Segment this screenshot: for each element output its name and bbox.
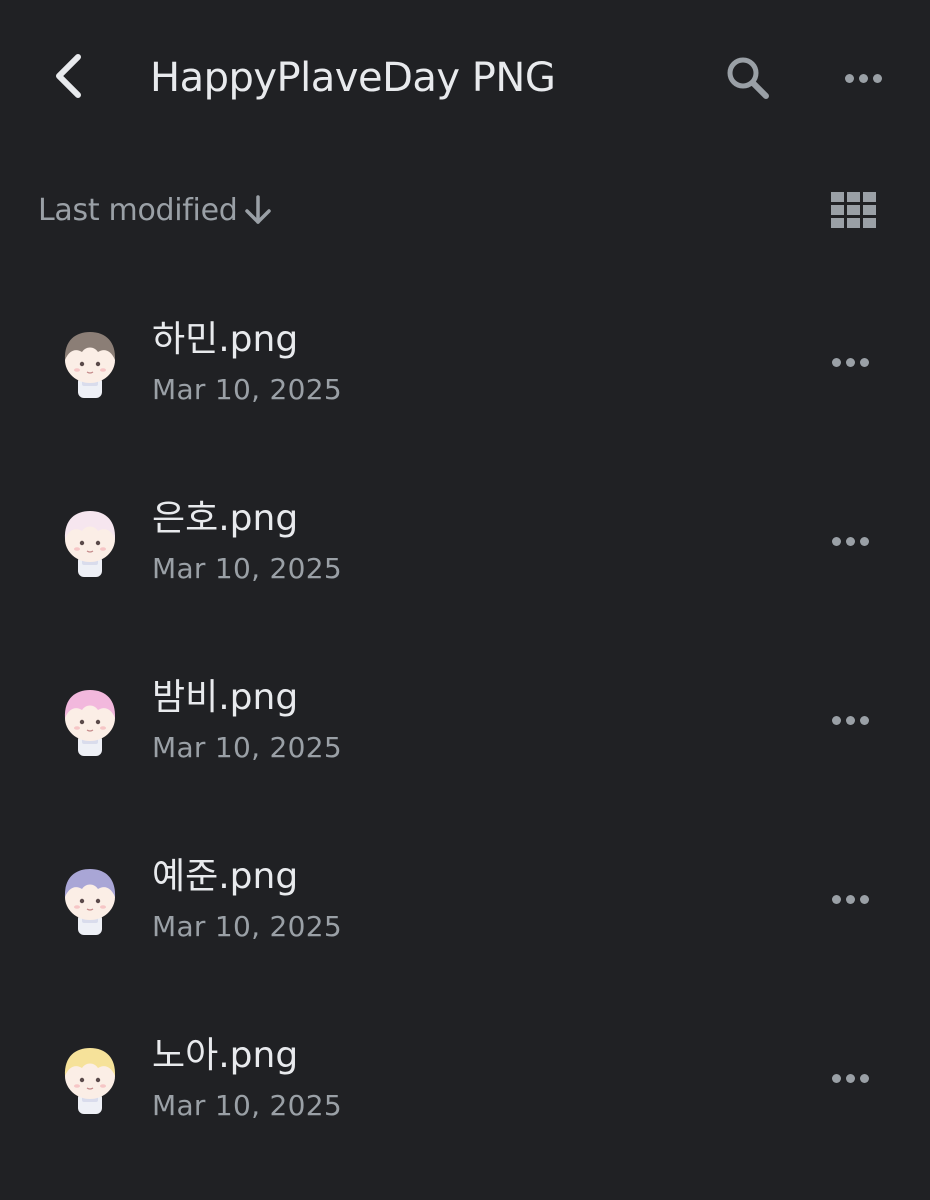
sort-toolbar: Last modified — [0, 180, 930, 240]
file-thumbnail — [64, 332, 116, 398]
search-icon — [727, 57, 769, 99]
app-header: HappyPlaveDay PNG — [0, 0, 930, 150]
more-horizontal-icon — [831, 715, 869, 725]
chevron-left-icon — [56, 54, 81, 98]
folder-title: HappyPlaveDay PNG — [150, 55, 556, 101]
file-row[interactable]: 하민.png Mar 10, 2025 — [0, 272, 930, 451]
file-more-button[interactable] — [820, 332, 880, 392]
file-name: 노아.png — [152, 1035, 299, 1076]
file-more-button[interactable] — [820, 690, 880, 750]
file-more-button[interactable] — [820, 869, 880, 929]
file-modified-date: Mar 10, 2025 — [152, 373, 343, 406]
file-list: 하민.png Mar 10, 2025 은호.png Mar 10, 2025 밤비.p… — [0, 272, 930, 1167]
grid-view-button[interactable] — [826, 186, 882, 234]
file-name: 은호.png — [152, 498, 299, 539]
header-more-button[interactable] — [833, 48, 893, 108]
file-row[interactable]: 예준.png Mar 10, 2025 — [0, 809, 930, 988]
app-window: HappyPlaveDay PNG Last modified 하민.png M… — [0, 0, 930, 1200]
sort-label: Last modified — [38, 192, 238, 228]
more-horizontal-icon — [831, 1073, 869, 1083]
grid-view-icon — [831, 192, 876, 228]
file-thumbnail — [64, 511, 116, 577]
file-thumbnail — [64, 869, 116, 935]
file-thumbnail — [64, 690, 116, 756]
more-horizontal-icon — [831, 357, 869, 367]
file-row[interactable]: 밤비.png Mar 10, 2025 — [0, 630, 930, 809]
more-horizontal-icon — [831, 536, 869, 546]
file-row[interactable]: 은호.png Mar 10, 2025 — [0, 451, 930, 630]
file-name: 하민.png — [152, 319, 299, 360]
file-modified-date: Mar 10, 2025 — [152, 1089, 343, 1122]
file-row[interactable]: 노아.png Mar 10, 2025 — [0, 988, 930, 1167]
file-modified-date: Mar 10, 2025 — [152, 910, 343, 943]
more-horizontal-icon — [831, 894, 869, 904]
sort-button[interactable]: Last modified — [38, 188, 273, 232]
arrow-down-icon — [243, 194, 273, 226]
file-name: 밤비.png — [152, 677, 299, 718]
file-modified-date: Mar 10, 2025 — [152, 552, 343, 585]
more-horizontal-icon — [844, 73, 882, 83]
file-thumbnail — [64, 1048, 116, 1114]
file-name: 예준.png — [152, 856, 299, 897]
file-modified-date: Mar 10, 2025 — [152, 731, 343, 764]
file-more-button[interactable] — [820, 1048, 880, 1108]
search-button[interactable] — [718, 48, 778, 108]
file-more-button[interactable] — [820, 511, 880, 571]
back-button[interactable] — [38, 46, 98, 106]
